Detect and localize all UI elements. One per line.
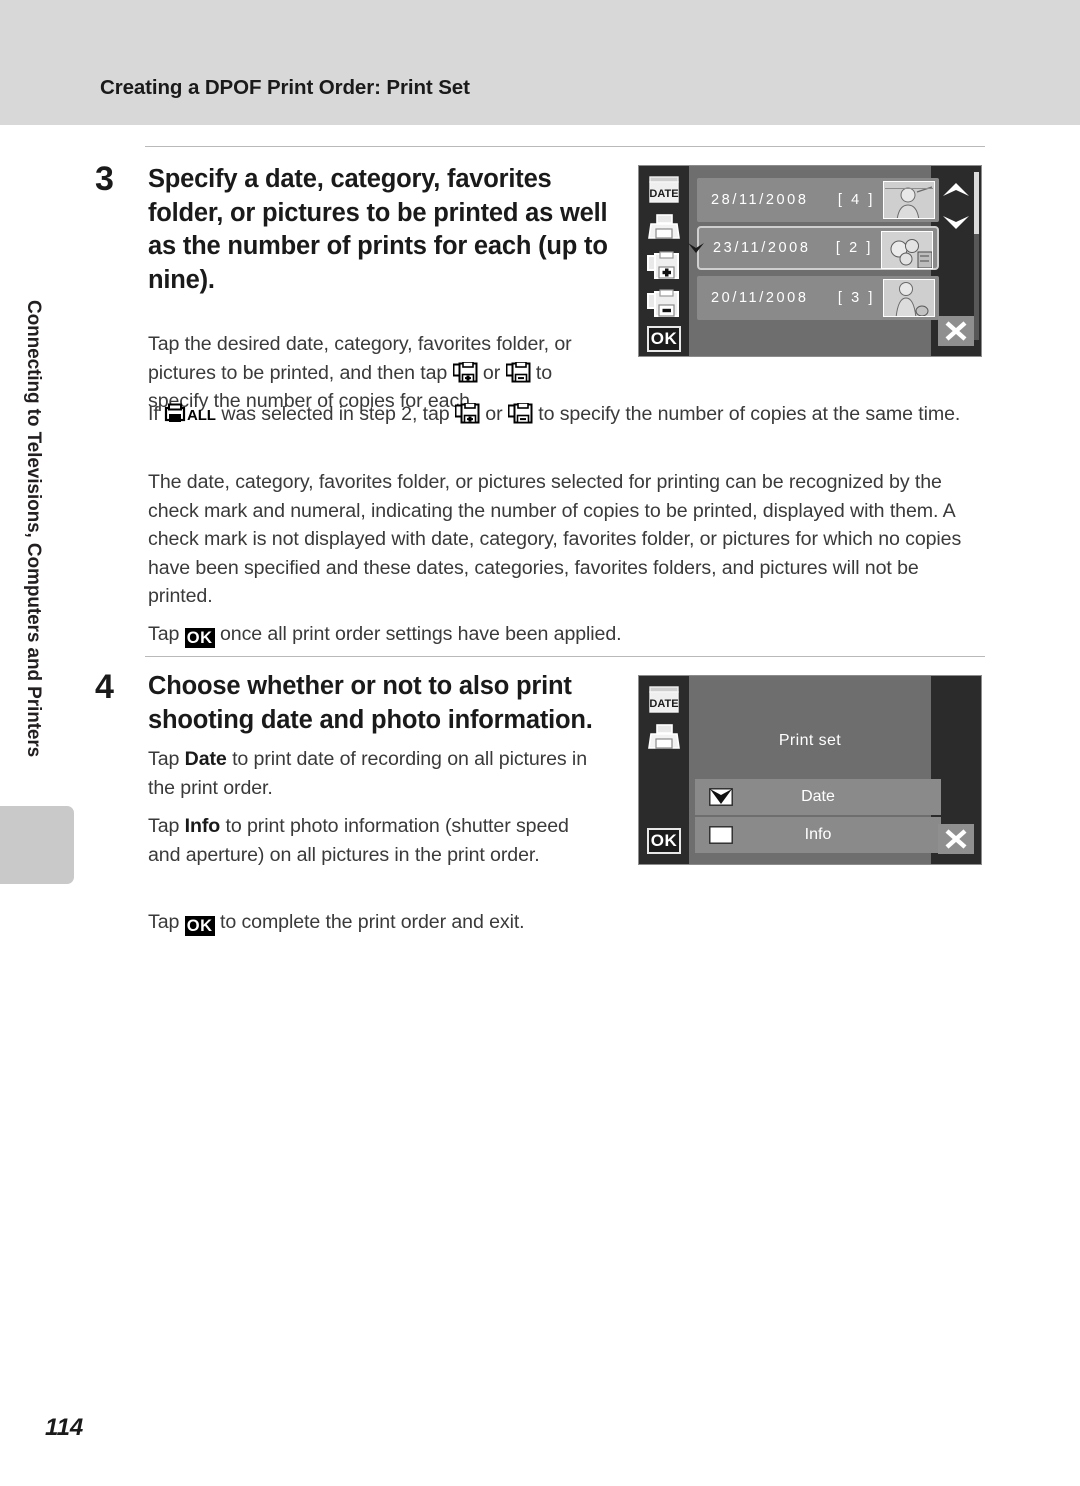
printer-plus-icon[interactable] [647,251,681,281]
scrollbar-thumb[interactable] [974,172,979,234]
printer-all-icon: ALL [164,403,216,424]
step-3-number: 3 [95,160,114,198]
page-number: 114 [45,1414,84,1441]
text-run: Tap [148,911,185,933]
divider-top [145,146,985,147]
step-3-paragraph-3: The date, category, favorites folder, or… [148,471,962,607]
close-button[interactable] [938,316,974,346]
header-band [0,0,1080,125]
row-thumbnail [881,231,933,269]
svg-text:DATE: DATE [649,698,678,710]
step-4-paragraph-1: Tap Date to print date of recording on a… [148,745,598,802]
text-run: to specify the number of copies at the s… [532,403,961,425]
row-count: [ 4 ] [837,192,875,208]
printer-minus-icon[interactable] [647,289,681,319]
step-4-paragraph-3: Tap OK to complete the print order and e… [148,908,648,937]
text-run: was selected in step 2, tap [216,403,455,425]
text-run: Tap [148,815,185,837]
info-keyword: Info [184,815,221,837]
step-3-paragraph-2: If ALL was selected in step 2, tap or to… [148,400,986,429]
ok-button[interactable]: OK [647,326,681,352]
text-run: once all print order settings have been … [214,623,622,645]
table-row[interactable]: 23/11/2008 [ 2 ] [688,226,939,270]
page-title: Creating a DPOF Print Order: Print Set [100,76,470,99]
ok-icon: OK [184,628,215,648]
printer-icon[interactable] [647,213,681,243]
camera-screen-list-by-date: List by date DATE OK 28/11/2008 [ 4 ] 23… [638,165,982,357]
date-keyword: Date [184,748,227,770]
step-4-paragraph-2: Tap Info to print photo information (shu… [148,812,598,869]
text-run: Tap [148,748,185,770]
text-run: If [148,403,165,425]
step-3-heading: Specify a date, category, favorites fold… [148,165,608,294]
row-date: 20/11/2008 [711,290,809,306]
row-date: 28/11/2008 [711,192,809,208]
divider-middle [145,656,985,657]
row-count: [ 3 ] [837,290,875,306]
chapter-tab-label: Connecting to Televisions, Computers and… [23,300,44,758]
text-run: or [479,403,508,425]
row-thumbnail [883,279,935,317]
checkmark-icon [687,241,705,255]
step-3-paragraph-4: Tap OK once all print order settings hav… [148,620,986,649]
text-run: to complete the print order and exit. [214,911,525,933]
svg-text:ALL: ALL [187,407,216,424]
printer-minus-icon [507,402,533,424]
date-icon[interactable]: DATE [647,175,681,205]
ok-button[interactable]: OK [647,828,681,854]
printer-minus-icon [505,360,531,383]
row-count: [ 2 ] [835,240,873,256]
printer-plus-icon [454,402,480,424]
scroll-down-button[interactable] [939,210,973,240]
camera-screen-print-set: Print set DATE OK Date Info [638,675,982,865]
text-run: Tap [148,623,185,645]
table-row[interactable]: 20/11/2008 [ 3 ] [697,276,939,320]
step-4-number: 4 [95,668,114,706]
ok-icon: OK [184,916,215,936]
printer-plus-icon [452,360,478,383]
close-button[interactable] [938,824,974,854]
table-row[interactable]: 28/11/2008 [ 4 ] [697,178,939,222]
option-label: Date [801,788,835,805]
row-date: 23/11/2008 [713,240,811,256]
scrollbar[interactable] [974,172,979,340]
screen-title: Print set [778,732,842,749]
date-icon[interactable]: DATE [647,685,681,715]
option-row-date[interactable]: Date [695,779,941,815]
chapter-tab-marker [0,806,74,884]
step-4-heading: Choose whether or not to also print shoo… [148,672,593,734]
text-run: or [477,361,506,384]
row-thumbnail [883,181,935,219]
svg-text:DATE: DATE [649,188,678,200]
option-row-info[interactable]: Info [695,817,941,853]
option-label: Info [804,826,832,843]
printer-icon[interactable] [647,723,681,753]
scroll-up-button[interactable] [939,178,973,208]
